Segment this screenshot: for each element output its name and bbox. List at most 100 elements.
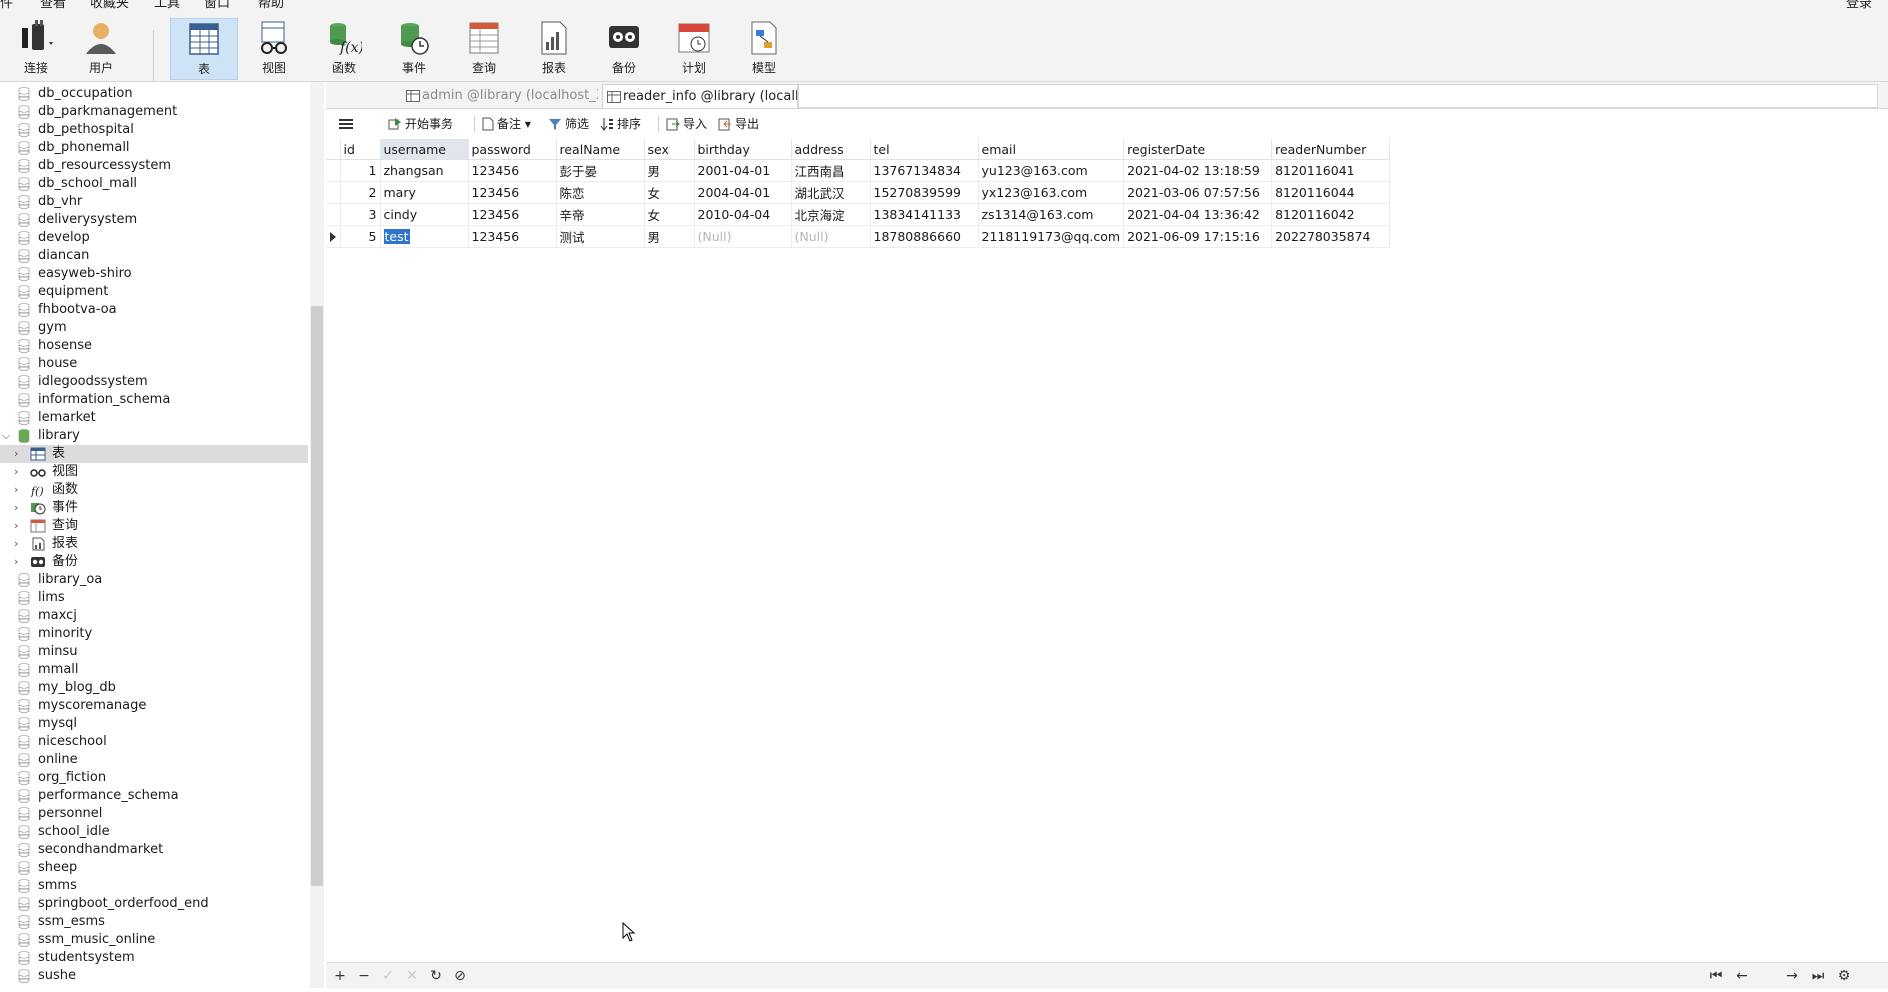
table-cell-sex[interactable]: 女 <box>644 203 695 226</box>
sidebar-database-item[interactable]: personnel <box>0 805 308 823</box>
table-cell-email[interactable]: 2118119173@qq.com <box>978 225 1125 248</box>
table-cell-tel[interactable]: 15270839599 <box>870 181 979 204</box>
sidebar-database-item[interactable]: house <box>0 355 308 373</box>
table-cell-birthday[interactable]: 2004-04-01 <box>694 181 792 204</box>
toolbar-model-button[interactable]: 模型 <box>730 18 798 80</box>
sidebar-object-item[interactable]: › f() 函数 <box>0 481 308 499</box>
chevron-right-icon[interactable]: › <box>14 463 18 481</box>
column-header-sex[interactable]: sex <box>644 139 695 160</box>
column-header-registerDate[interactable]: registerDate <box>1123 139 1273 160</box>
chevron-down-icon[interactable]: ⌵ <box>2 427 10 445</box>
sidebar-object-item[interactable]: › 备份 <box>0 553 308 571</box>
sidebar-database-item[interactable]: ssm_music_online <box>0 931 308 949</box>
chevron-right-icon[interactable]: › <box>14 553 18 571</box>
table-cell-readerNumber[interactable]: 8120116042 <box>1271 203 1391 226</box>
apply-changes-icon[interactable]: ✓ <box>380 967 396 985</box>
sidebar-database-item[interactable]: my_blog_db <box>0 679 308 697</box>
table-cell-registerDate[interactable]: 2021-04-02 13:18:59 <box>1123 159 1273 182</box>
sidebar-object-item[interactable]: › 事件 <box>0 499 308 517</box>
table-cell-address[interactable]: 北京海淀 <box>791 203 871 226</box>
column-header-address[interactable]: address <box>791 139 871 160</box>
sidebar-object-item[interactable]: › 视图 <box>0 463 308 481</box>
sidebar-database-item[interactable]: idlegoodssystem <box>0 373 308 391</box>
table-cell-sex[interactable]: 男 <box>644 159 695 182</box>
previous-page-icon[interactable]: ← <box>1734 967 1750 985</box>
delete-record-icon[interactable]: − <box>356 967 372 985</box>
sidebar-database-item[interactable]: easyweb-shiro <box>0 265 308 283</box>
table-cell-realName[interactable]: 测试 <box>556 225 645 248</box>
table-cell-sex[interactable]: 女 <box>644 181 695 204</box>
toolbar-connect-button[interactable]: 连接 <box>2 18 70 80</box>
connection-tree[interactable]: db_occupation db_parkmanagement db_pethosp… <box>0 82 311 988</box>
chevron-right-icon[interactable]: › <box>14 499 18 517</box>
sidebar-database-item[interactable]: ssm_esms <box>0 913 308 931</box>
table-cell-password[interactable]: 123456 <box>468 159 557 182</box>
sidebar-object-item[interactable]: › 表 <box>0 445 308 463</box>
refresh-icon[interactable]: ↻ <box>428 967 444 985</box>
table-cell-username[interactable]: mary <box>380 181 469 204</box>
menu-tools[interactable]: 工具 <box>154 0 180 12</box>
next-page-icon[interactable]: → <box>1784 967 1800 985</box>
table-cell-registerDate[interactable]: 2021-04-04 13:36:42 <box>1123 203 1273 226</box>
column-header-id[interactable]: id <box>340 139 381 160</box>
column-header-password[interactable]: password <box>468 139 557 160</box>
table-cell-id[interactable]: 3 <box>340 203 381 226</box>
table-cell-readerNumber[interactable]: 8120116041 <box>1271 159 1391 182</box>
table-cell-readerNumber[interactable]: 8120116044 <box>1271 181 1391 204</box>
menu-lines-icon[interactable] <box>338 115 357 133</box>
table-row[interactable]: 3 cindy 123456 辛帝女 2010-04-04 北京海淀 13834141133… <box>326 203 1391 226</box>
table-cell-password[interactable]: 123456 <box>468 203 557 226</box>
filter-button[interactable]: 筛选 <box>548 115 589 133</box>
sidebar-database-item[interactable]: library_oa <box>0 571 308 589</box>
sidebar-database-item[interactable]: gym <box>0 319 308 337</box>
sidebar-database-item[interactable]: diancan <box>0 247 308 265</box>
chevron-right-icon[interactable]: › <box>14 535 18 553</box>
toolbar-query-button[interactable]: 查询 <box>450 18 518 80</box>
sidebar-scrollbar-thumb[interactable] <box>311 306 323 886</box>
table-cell-address[interactable]: 湖北武汉 <box>791 181 871 204</box>
table-row[interactable]: 2 mary 123456 陈恋女 2004-04-01 湖北武汉 15270839599 y… <box>326 181 1391 204</box>
sidebar-database-item[interactable]: deliverysystem <box>0 211 308 229</box>
row-indicator[interactable] <box>326 159 341 182</box>
sidebar-database-item[interactable]: sheep <box>0 859 308 877</box>
sidebar-database-item[interactable]: springboot_orderfood_end <box>0 895 308 913</box>
table-cell-id[interactable]: 2 <box>340 181 381 204</box>
toolbar-event-button[interactable]: 事件 <box>380 18 448 80</box>
chevron-right-icon[interactable]: › <box>14 445 18 463</box>
sidebar-database-item[interactable]: develop <box>0 229 308 247</box>
table-cell-address[interactable]: 江西南昌 <box>791 159 871 182</box>
sidebar-database-item[interactable]: online <box>0 751 308 769</box>
sidebar-database-item[interactable]: db_parkmanagement <box>0 103 308 121</box>
column-header-email[interactable]: email <box>978 139 1125 160</box>
sidebar-database-item[interactable]: smms <box>0 877 308 895</box>
sidebar-database-item[interactable]: db_occupation <box>0 85 308 103</box>
sidebar-database-item[interactable]: studentsystem <box>0 949 308 967</box>
table-row[interactable]: 1 zhangsan 123456 彭于晏男 2001-04-01 江西南昌 1376713… <box>326 159 1391 182</box>
menu-help[interactable]: 帮助 <box>258 0 284 12</box>
settings-gear-icon[interactable]: ⚙ <box>1836 967 1852 985</box>
data-grid[interactable]: id username password realName sex birthday add… <box>326 139 1391 248</box>
sidebar-database-item[interactable]: maxcj <box>0 607 308 625</box>
table-cell-password[interactable]: 123456 <box>468 225 557 248</box>
toolbar-table-button[interactable]: 表 <box>170 18 238 80</box>
table-cell-realName[interactable]: 辛帝 <box>556 203 645 226</box>
toolbar-user-button[interactable]: 用户 <box>67 18 135 80</box>
table-cell-tel[interactable]: 13767134834 <box>870 159 979 182</box>
sidebar-database-item[interactable]: mysql <box>0 715 308 733</box>
sidebar-database-item[interactable]: myscoremanage <box>0 697 308 715</box>
table-cell-username[interactable]: test <box>380 225 469 248</box>
table-cell-registerDate[interactable]: 2021-03-06 07:57:56 <box>1123 181 1273 204</box>
table-cell-email[interactable]: yx123@163.com <box>978 181 1125 204</box>
sidebar-database-item[interactable]: sushe <box>0 967 308 985</box>
login-link[interactable]: 登录 <box>1846 0 1872 12</box>
sidebar-database-item[interactable]: minsu <box>0 643 308 661</box>
table-row[interactable]: 5 test 123456 测试男 (Null) (Null) 18780886660 211… <box>326 225 1391 248</box>
table-cell-id[interactable]: 1 <box>340 159 381 182</box>
sidebar-object-item[interactable]: › 报表 <box>0 535 308 553</box>
sidebar-database-item[interactable]: org_fiction <box>0 769 308 787</box>
row-indicator[interactable] <box>326 181 341 204</box>
sidebar-database-item[interactable]: lims <box>0 589 308 607</box>
sidebar-database-item[interactable]: equipment <box>0 283 308 301</box>
sidebar-database-item[interactable]: niceschool <box>0 733 308 751</box>
table-cell-password[interactable]: 123456 <box>468 181 557 204</box>
